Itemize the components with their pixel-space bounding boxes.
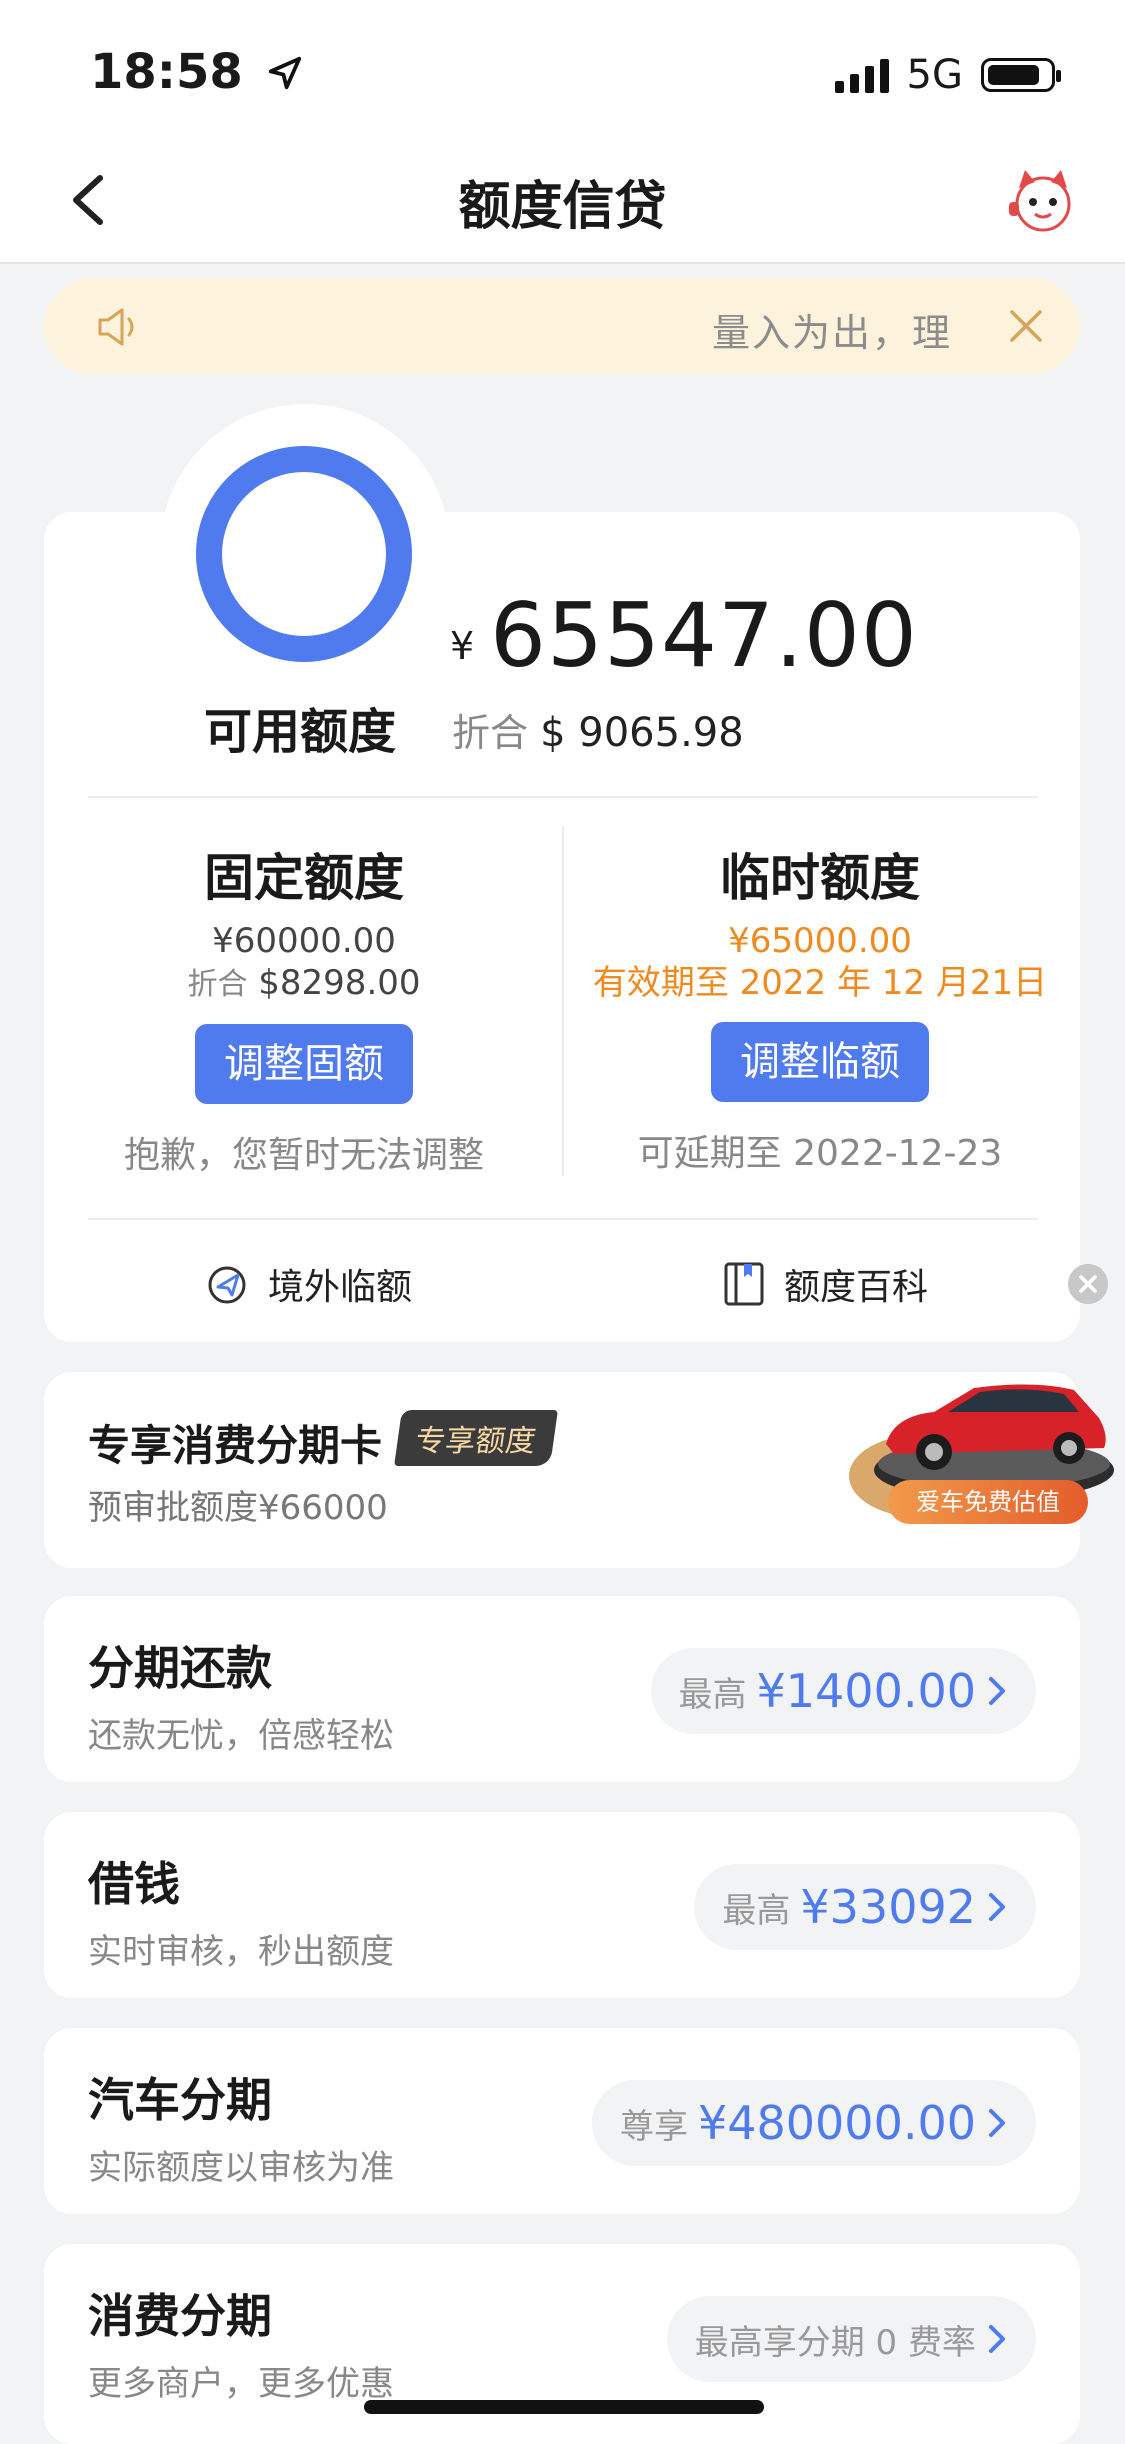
available-credit-amount: 65547.00 <box>490 584 918 687</box>
row-subtitle: 更多商户，更多优惠 <box>88 2364 394 2404</box>
temporary-credit-note: 可延期至 2022-12-23 <box>637 1133 1003 1174</box>
fixed-conv-value: $8298.00 <box>258 963 421 1003</box>
battery-icon <box>981 58 1061 92</box>
divider <box>88 796 1038 798</box>
status-bar: 18:58 5G <box>0 0 1125 140</box>
overseas-credit-link[interactable]: 境外临额 <box>204 1258 412 1310</box>
signal-icon <box>834 57 889 93</box>
adjust-fixed-button[interactable]: 调整固额 <box>195 1024 413 1104</box>
row-subtitle: 还款无忧，倍感轻松 <box>88 1716 394 1756</box>
chevron-right-icon <box>989 2325 1005 2353</box>
adjust-temporary-button[interactable]: 调整临额 <box>711 1022 929 1102</box>
divider-vertical <box>562 826 564 1176</box>
row-title: 汽车分期 <box>88 2073 272 2127</box>
converted-prefix: 折合 <box>452 711 529 755</box>
amount-pill[interactable]: 最高享分期 0 费率 <box>666 2296 1036 2382</box>
car-valuation-badge[interactable]: 爱车免费估值 <box>888 1480 1088 1524</box>
fixed-conv-prefix: 折合 <box>187 967 248 1002</box>
overseas-icon <box>208 1266 246 1304</box>
notice-text: 量入为出，理 <box>711 311 952 355</box>
location-arrow-icon <box>268 56 301 90</box>
navigation-bar: 额度信贷 <box>0 140 1125 264</box>
list-item-car-installment[interactable]: 汽车分期 实际额度以审核为准 尊享 ¥480000.00 <box>44 2028 1080 2214</box>
temporary-credit-validity: 有效期至 2022 年 12 月21日 <box>592 963 1048 1003</box>
pill-value: ¥480000.00 <box>697 2096 976 2150</box>
available-credit-label: 可用额度 <box>204 704 397 760</box>
list-item-consumer-installment[interactable]: 消费分期 更多商户，更多优惠 最高享分期 0 费率 <box>44 2244 1080 2444</box>
amount-pill[interactable]: 最高 ¥1400.00 <box>650 1648 1036 1734</box>
promo-tag-badge: 专享额度 <box>394 1410 558 1466</box>
currency-symbol: ¥ <box>450 624 475 668</box>
temporary-credit-amount: ¥65000.00 <box>728 921 912 961</box>
credit-wiki-link[interactable]: 额度百科 <box>722 1258 928 1310</box>
row-subtitle: 实际额度以审核为准 <box>88 2148 394 2188</box>
promo-title: 专享消费分期卡 <box>88 1421 383 1470</box>
row-subtitle: 实时审核，秒出额度 <box>88 1932 394 1972</box>
row-title: 借钱 <box>88 1857 180 1911</box>
notice-bar[interactable]: 量入为出，理 <box>44 278 1080 374</box>
speaker-icon <box>98 308 134 346</box>
pill-prefix: 尊享 <box>619 2106 688 2147</box>
chevron-right-icon <box>989 1893 1005 1921</box>
converted-value: $ 9065.98 <box>540 710 744 756</box>
status-time: 18:58 <box>90 44 304 100</box>
fixed-credit-converted: 折合 $8298.00 <box>64 962 544 1006</box>
pill-value: ¥33092 <box>800 1880 976 1934</box>
credit-wiki-label: 额度百科 <box>784 1267 929 1308</box>
pill-text: 最高享分期 0 费率 <box>694 2322 976 2363</box>
converted-amount: 折合 $ 9065.98 <box>452 702 744 757</box>
fixed-credit-section: 固定额度 ¥60000.00 折合 $8298.00 调整固额 抱歉，您暂时无法… <box>64 846 544 1178</box>
temporary-credit-section: 临时额度 ¥65000.00 有效期至 2022 年 12 月21日 调整临额 … <box>580 846 1060 1176</box>
home-indicator[interactable] <box>364 2400 764 2414</box>
chevron-right-icon <box>989 2109 1005 2137</box>
credit-ring-icon <box>196 446 412 662</box>
chevron-right-icon <box>989 1677 1005 1705</box>
network-type: 5G <box>906 52 963 98</box>
fixed-credit-title: 固定额度 <box>204 849 404 907</box>
book-icon <box>724 1262 764 1306</box>
page-title: 额度信贷 <box>458 177 667 237</box>
amount-pill[interactable]: 尊享 ¥480000.00 <box>591 2080 1036 2166</box>
fixed-credit-amount: ¥60000.00 <box>212 921 396 961</box>
amount-pill[interactable]: 最高 ¥33092 <box>694 1864 1036 1950</box>
close-icon[interactable] <box>1006 306 1046 346</box>
list-item-installment-repayment[interactable]: 分期还款 还款无忧，倍感轻松 最高 ¥1400.00 <box>44 1596 1080 1782</box>
overseas-credit-label: 境外临额 <box>268 1267 413 1308</box>
pill-prefix: 最高 <box>722 1890 791 1931</box>
row-title: 消费分期 <box>88 2289 272 2343</box>
mascot-icon[interactable] <box>1005 162 1081 238</box>
status-time-text: 18:58 <box>90 44 243 100</box>
row-title: 分期还款 <box>88 1641 272 1695</box>
temporary-credit-title: 临时额度 <box>720 849 920 907</box>
pill-prefix: 最高 <box>678 1674 747 1715</box>
promo-subtitle: 预审批额度¥66000 <box>88 1488 388 1528</box>
close-icon[interactable] <box>1068 1264 1108 1304</box>
pill-value: ¥1400.00 <box>756 1664 977 1718</box>
list-item-borrow[interactable]: 借钱 实时审核，秒出额度 最高 ¥33092 <box>44 1812 1080 1998</box>
fixed-credit-note: 抱歉，您暂时无法调整 <box>123 1135 484 1176</box>
battery-fill <box>988 65 1039 85</box>
status-indicators: 5G <box>834 52 1061 98</box>
divider <box>88 1218 1038 1220</box>
